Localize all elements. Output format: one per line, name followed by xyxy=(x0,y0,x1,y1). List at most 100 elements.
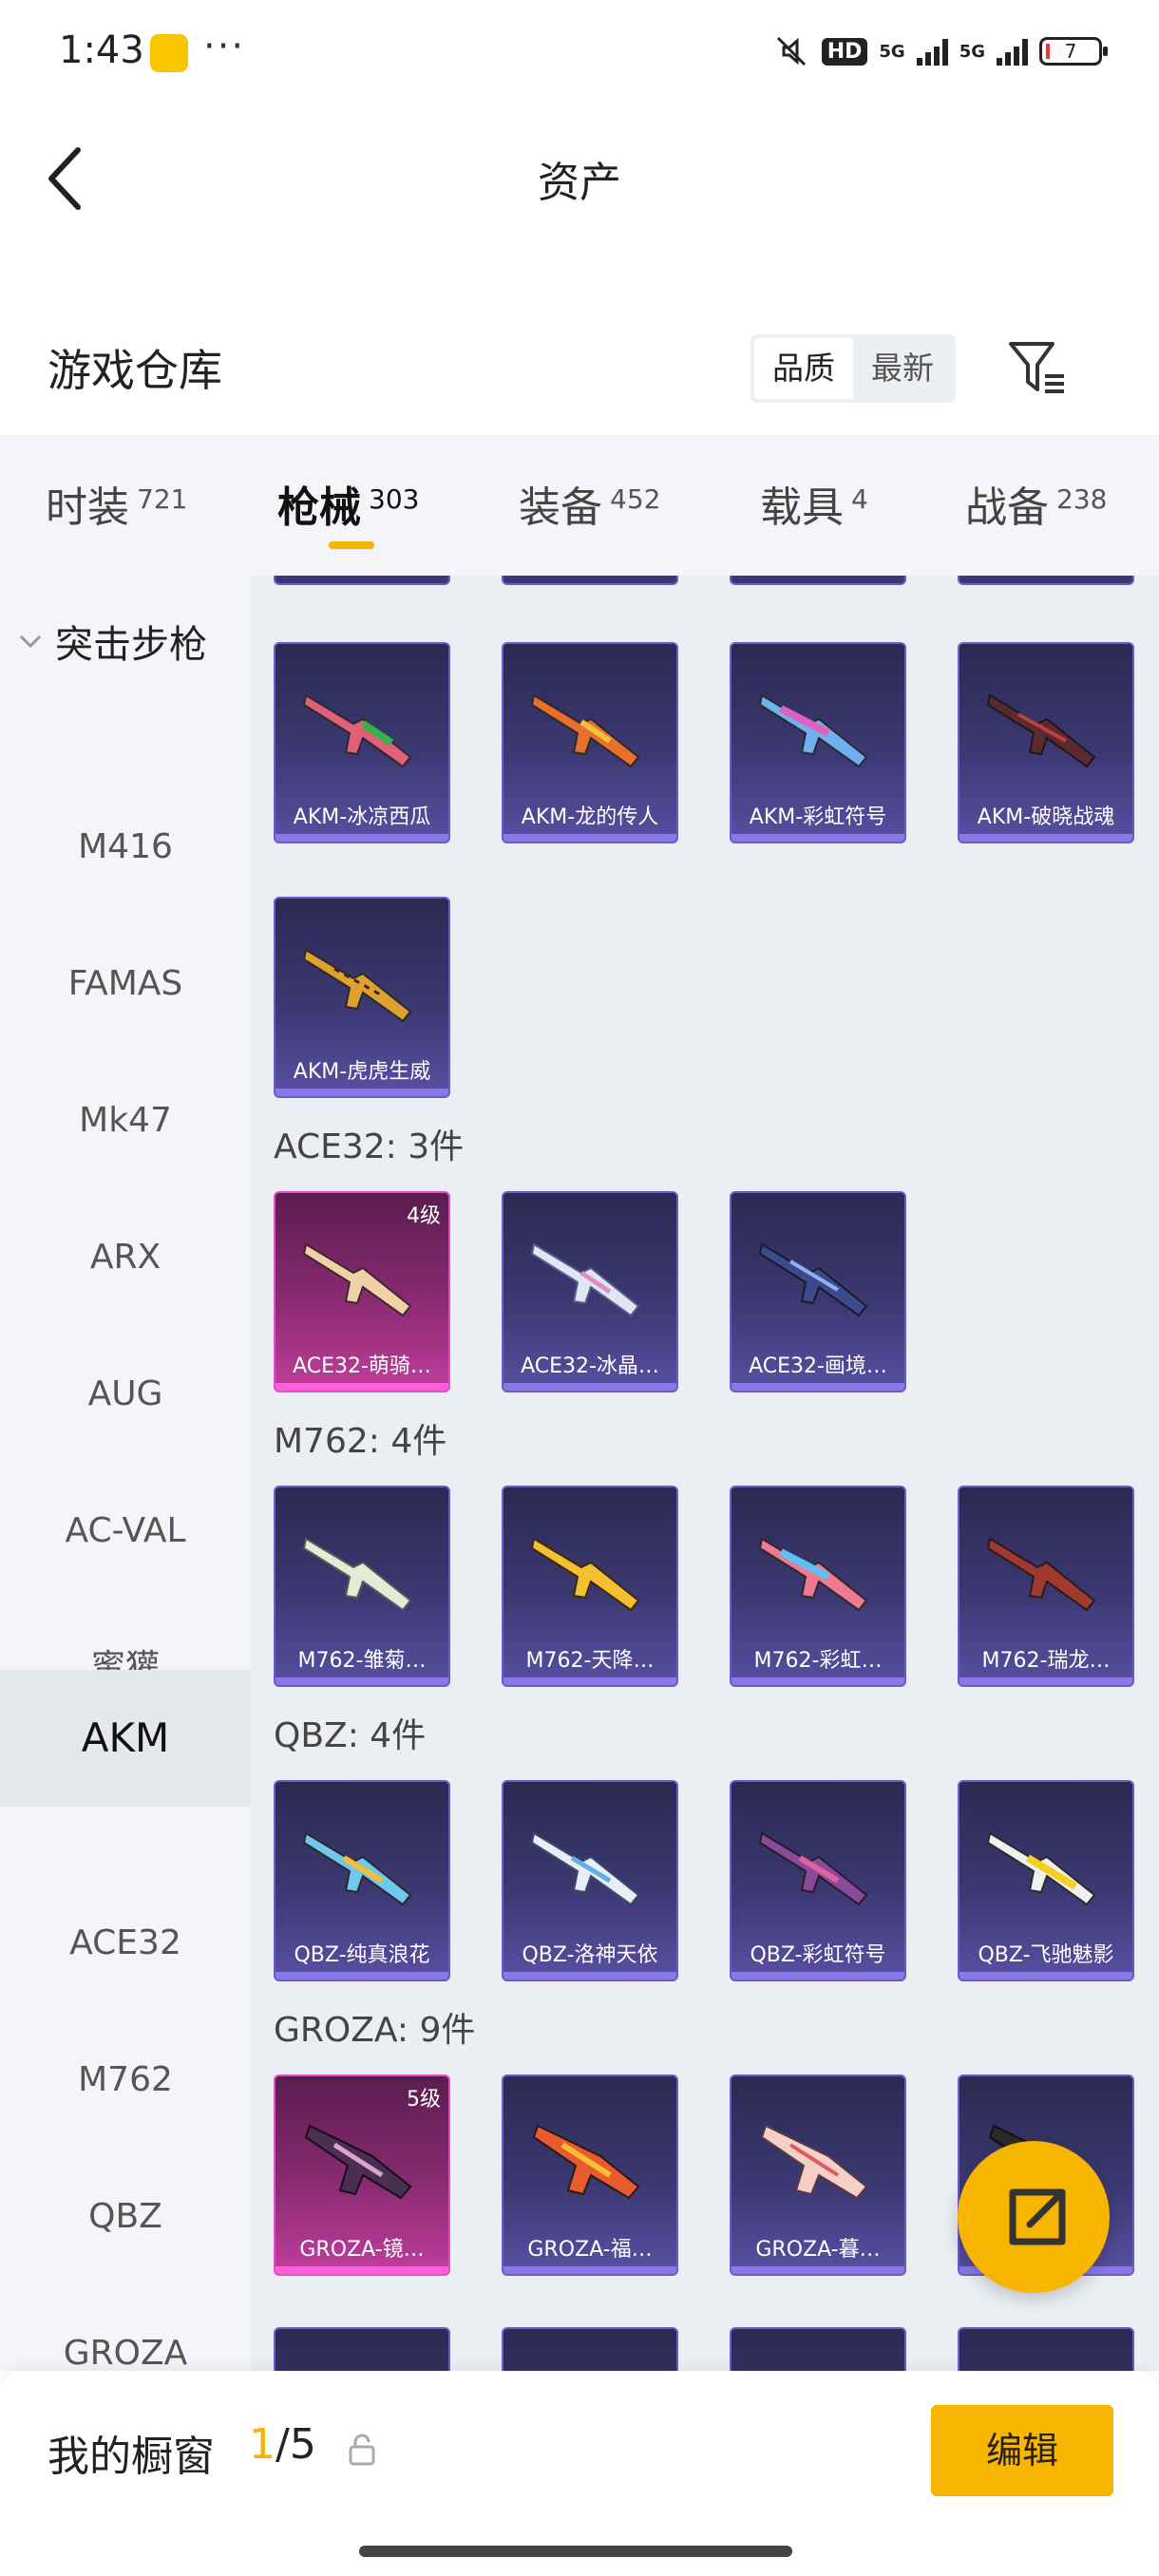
more-notifications-icon: ··· xyxy=(203,25,246,68)
sidebar-item[interactable]: ARX xyxy=(0,1189,251,1326)
signal-icon xyxy=(916,37,948,66)
tab-vehicles[interactable]: 载具 4 xyxy=(760,473,868,534)
item-card[interactable]: ACE32-画境… xyxy=(730,1191,906,1392)
item-name: QBZ-纯真浪花 xyxy=(294,1943,430,1967)
tab-count: 452 xyxy=(610,483,661,515)
item-card-partial[interactable] xyxy=(274,576,450,585)
sidebar-item[interactable]: M762 xyxy=(0,2012,251,2149)
tab-equipment[interactable]: 装备 452 xyxy=(519,473,660,534)
item-card[interactable]: M762-瑞龙… xyxy=(958,1486,1134,1687)
item-card[interactable]: QBZ-彩虹符号 xyxy=(730,1780,906,1981)
item-card[interactable]: M762-彩虹… xyxy=(730,1486,906,1687)
rarity-bar xyxy=(504,1972,676,1979)
sidebar-item[interactable]: FAMAS xyxy=(0,916,251,1052)
sidebar-item[interactable]: AC-VAL xyxy=(0,1463,251,1600)
rarity-bar xyxy=(504,1677,676,1685)
tab-label: 时装 xyxy=(46,483,129,532)
item-name: ACE32-冰晶… xyxy=(521,1354,659,1378)
item-card[interactable]: QBZ-纯真浪花 xyxy=(274,1780,450,1981)
item-card[interactable]: QBZ-飞驰魅影 xyxy=(958,1780,1134,1981)
item-card-partial[interactable] xyxy=(502,576,678,585)
sidebar-group-label: 突击步枪 xyxy=(55,623,207,667)
network-label-1: 5G xyxy=(879,41,905,62)
tab-label: 载具 xyxy=(760,483,844,532)
hd-badge: HD xyxy=(821,37,868,66)
rarity-bar xyxy=(276,1677,448,1685)
item-card[interactable]: AKM-彩虹符号 xyxy=(730,642,906,843)
app-notification-icon xyxy=(150,34,188,72)
tab-count: 721 xyxy=(137,483,188,515)
rifle-skin-icon xyxy=(302,1242,412,1317)
item-card[interactable]: AKM-冰凉西瓜 xyxy=(274,642,450,843)
rarity-bar xyxy=(960,834,1132,842)
showcase-label: 我的橱窗 xyxy=(48,2433,215,2481)
tab-label: 战备 xyxy=(965,483,1049,532)
item-card-partial[interactable] xyxy=(958,576,1134,585)
rifle-skin-icon xyxy=(986,1831,1096,1906)
sidebar-group-assault-rifles[interactable]: 突击步枪 xyxy=(17,614,207,669)
sort-quality-button[interactable]: 品质 xyxy=(754,338,853,399)
section-title: 游戏仓库 xyxy=(48,345,222,396)
item-card-partial[interactable] xyxy=(730,2327,906,2371)
sidebar-item-active[interactable]: AKM xyxy=(0,1670,251,1807)
item-name: M762-瑞龙… xyxy=(981,1649,1111,1673)
item-card[interactable]: AKM-龙的传人 xyxy=(502,642,678,843)
category-tabs: 时装 721 枪械 303 装备 452 载具 4 战备 238 xyxy=(0,435,1159,576)
sidebar-item[interactable]: QBZ xyxy=(0,2149,251,2285)
item-name: M762-彩虹… xyxy=(753,1649,883,1673)
rifle-skin-icon xyxy=(986,693,1096,768)
item-card[interactable]: GROZA-暮… xyxy=(730,2074,906,2276)
rifle-skin-icon xyxy=(302,693,412,768)
item-name: AKM-彩虹符号 xyxy=(749,805,887,829)
tab-label: 装备 xyxy=(519,483,602,532)
item-card[interactable]: ACE32-冰晶… xyxy=(502,1191,678,1392)
item-card[interactable]: 4级 ACE32-萌骑… xyxy=(274,1191,450,1392)
sort-newest-button[interactable]: 最新 xyxy=(853,338,952,399)
item-card[interactable]: M762-雏菊… xyxy=(274,1486,450,1687)
item-card-partial[interactable] xyxy=(730,576,906,585)
network-label-2: 5G xyxy=(959,41,985,62)
chevron-down-icon xyxy=(19,635,42,649)
rifle-skin-icon xyxy=(530,1537,640,1612)
edit-button[interactable]: 编辑 xyxy=(931,2405,1113,2496)
showcase-current: 1 xyxy=(249,2420,276,2469)
item-card[interactable]: QBZ-洛神天依 xyxy=(502,1780,678,1981)
sidebar-item[interactable]: M416 xyxy=(0,779,251,916)
weapon-sidebar: 突击步枪 M416 FAMAS Mk47 ARX AUG AC-VAL 蜜獾 A… xyxy=(0,576,251,2373)
rifle-skin-icon xyxy=(758,1242,868,1317)
item-card[interactable]: M762-天降… xyxy=(502,1486,678,1687)
rarity-bar xyxy=(276,1089,448,1096)
sidebar-item[interactable]: AUG xyxy=(0,1326,251,1463)
item-card[interactable]: AKM-破晓战魂 xyxy=(958,642,1134,843)
sidebar-item[interactable]: ACE32 xyxy=(0,1875,251,2012)
item-name: GROZA-暮… xyxy=(755,2238,881,2262)
rifle-skin-icon xyxy=(304,2124,412,2200)
share-fab-button[interactable] xyxy=(958,2141,1110,2293)
rifle-skin-icon xyxy=(758,1831,868,1906)
item-name: AKM-冰凉西瓜 xyxy=(293,805,431,829)
rifle-skin-icon xyxy=(758,693,868,768)
page-title: 资产 xyxy=(538,159,621,207)
item-card-partial[interactable] xyxy=(502,2327,678,2371)
battery-icon: 7 xyxy=(1039,37,1108,66)
item-card[interactable]: AKM-虎虎生威 xyxy=(274,897,450,1098)
rarity-bar xyxy=(732,1677,904,1685)
tab-count: 4 xyxy=(851,483,868,515)
active-tab-indicator xyxy=(329,541,374,549)
rifle-skin-icon xyxy=(302,948,412,1023)
item-card-partial[interactable] xyxy=(958,2327,1134,2371)
tab-fashion[interactable]: 时装 721 xyxy=(46,473,187,534)
item-name: QBZ-洛神天依 xyxy=(522,1943,658,1967)
rarity-bar xyxy=(732,834,904,842)
tab-guns[interactable]: 枪械 303 xyxy=(277,473,419,534)
item-card-partial[interactable] xyxy=(274,2327,450,2371)
item-card[interactable]: 5级 GROZA-镜… xyxy=(274,2074,450,2276)
sidebar-item[interactable]: Mk47 xyxy=(0,1052,251,1189)
filter-icon[interactable] xyxy=(1007,338,1068,399)
rarity-bar xyxy=(960,1677,1132,1685)
rarity-bar xyxy=(276,834,448,842)
tab-supplies[interactable]: 战备 238 xyxy=(965,473,1107,534)
item-card[interactable]: GROZA-福… xyxy=(502,2074,678,2276)
item-name: M762-天降… xyxy=(525,1649,655,1673)
item-name: ACE32-画境… xyxy=(749,1354,887,1378)
